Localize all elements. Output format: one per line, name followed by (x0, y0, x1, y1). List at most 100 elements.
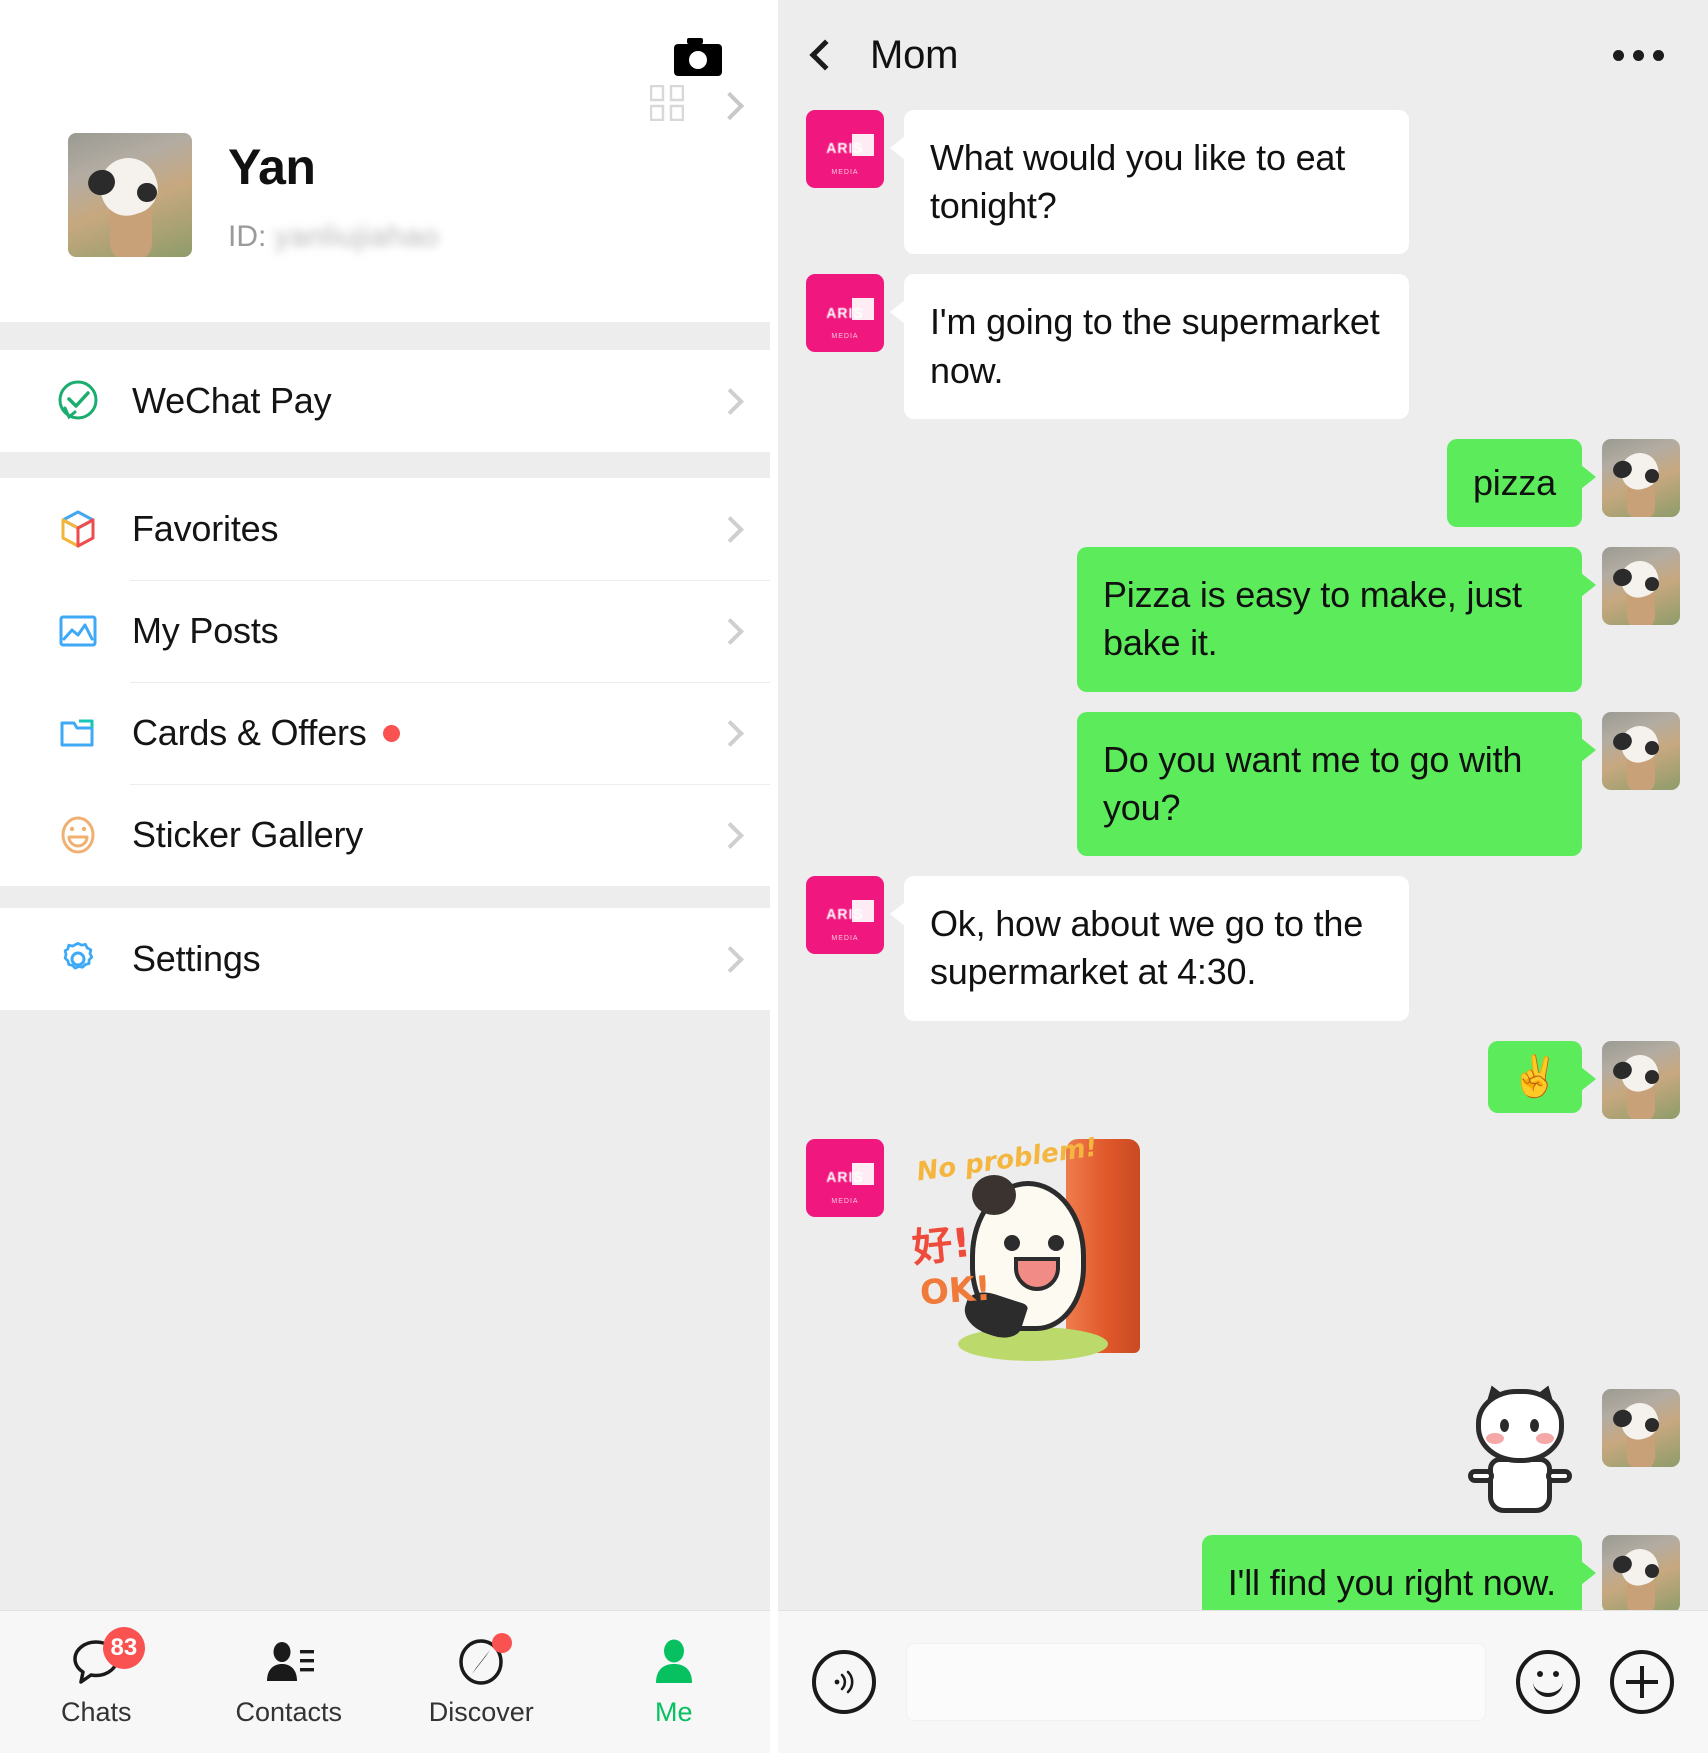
page-title: Yan (228, 139, 316, 195)
qr-code-icon[interactable] (649, 84, 685, 126)
avatar[interactable] (68, 133, 192, 257)
sidebar-item-wechat-pay[interactable]: WeChat Pay (0, 350, 770, 452)
profile-id-row: ID: yanliujiahao (228, 220, 740, 254)
section-gap (0, 452, 770, 478)
profile-row[interactable]: Yan ID: yanliujiahao (68, 133, 740, 257)
panda-eye-shape (1048, 1234, 1064, 1251)
chat-bubble-icon: 83 (69, 1626, 146, 1687)
sticker-smiley-icon (52, 809, 104, 861)
cat-eye-shape (1530, 1418, 1539, 1432)
bottom-tab-bar: 83 Chats Contacts Discover Me (0, 1610, 770, 1753)
contacts-person-icon (262, 1637, 316, 1687)
favorites-box-icon (52, 503, 104, 555)
message-bubble[interactable]: What would you like to eat tonight? (890, 110, 1409, 255)
avatar[interactable]: ARIS MEDIA (806, 110, 884, 188)
avatar[interactable] (1602, 1040, 1680, 1119)
message-bubble[interactable]: Pizza is easy to make, just bake it. (1077, 547, 1596, 692)
sidebar-item-label: WeChat Pay (132, 380, 332, 421)
sidebar-item-label: Settings (132, 938, 261, 979)
profile-actions (649, 84, 745, 126)
message-bubble[interactable]: I'm going to the supermarket now. (890, 274, 1409, 419)
tab-label: Chats (60, 1696, 132, 1727)
pane-divider (770, 0, 778, 1753)
sidebar-item-label: Sticker Gallery (132, 814, 364, 855)
message-bubble[interactable]: pizza (1446, 438, 1597, 528)
emoji-smiley-icon[interactable] (1516, 1650, 1580, 1714)
more-dots-icon[interactable] (1609, 36, 1668, 75)
message-list[interactable]: ARIS MEDIA What would you like to eat to… (778, 110, 1708, 1610)
cat-head-shape (1476, 1388, 1564, 1463)
avatar[interactable] (1602, 547, 1680, 626)
message-bubble-emoji[interactable]: ✌ (1488, 1040, 1596, 1113)
chevron-right-icon (717, 945, 744, 973)
tab-contacts[interactable]: Contacts (193, 1611, 386, 1753)
tab-label: Me (654, 1696, 693, 1727)
avatar-logo-square (852, 134, 874, 156)
status-badge (382, 724, 400, 742)
sticker-message[interactable]: No problem! 好! OK! (908, 1132, 1148, 1369)
back-chevron-icon[interactable] (809, 39, 841, 71)
avatar[interactable]: ARIS MEDIA (806, 274, 884, 353)
message-bubble[interactable]: Ok, how about we go to the supermarket a… (890, 876, 1409, 1021)
cat-blush-shape (1536, 1432, 1554, 1444)
chevron-right-icon (717, 515, 744, 543)
sidebar-item-settings[interactable]: Settings (0, 908, 770, 1010)
chat-header: Mom (778, 0, 1708, 110)
sidebar-item-my-posts[interactable]: My Posts (0, 580, 770, 682)
avatar[interactable] (1602, 711, 1680, 790)
message-row: ARIS MEDIA I'm going to the supermarket … (806, 274, 1680, 419)
camera-icon[interactable] (674, 36, 722, 80)
menu-group-content: Favorites My Posts Cards & Offers Sticke… (0, 478, 770, 886)
chevron-right-icon[interactable] (715, 91, 745, 120)
avatar[interactable] (1602, 438, 1680, 517)
avatar-logo-sub: MEDIA (831, 935, 859, 943)
avatar[interactable] (1602, 1388, 1680, 1467)
avatar[interactable]: ARIS MEDIA (806, 1138, 884, 1217)
message-text-input[interactable] (906, 1643, 1486, 1721)
profile-id-label: ID: (228, 219, 267, 253)
sticker-text: OK! (918, 1268, 993, 1313)
chevron-right-icon (717, 617, 744, 645)
message-row: Pizza is easy to make, just bake it. (806, 547, 1680, 692)
cat-blush-shape (1486, 1432, 1504, 1444)
chat-title: Mom (870, 32, 959, 77)
avatar-logo-square (852, 1162, 874, 1185)
message-bubble[interactable]: Do you want me to go with you? (1077, 711, 1596, 857)
avatar-logo-square (852, 900, 874, 923)
sidebar-item-favorites[interactable]: Favorites (0, 478, 770, 580)
discover-compass-icon (454, 1632, 513, 1687)
chevron-right-icon (717, 719, 744, 747)
plus-more-icon[interactable] (1610, 1650, 1674, 1714)
chats-unread-badge: 83 (102, 1626, 146, 1669)
message-row: I'll find you right now. (806, 1534, 1680, 1610)
avatar[interactable]: ARIS MEDIA (806, 876, 884, 955)
tab-discover[interactable]: Discover (385, 1611, 578, 1753)
message-input-bar (778, 1610, 1708, 1753)
tab-label: Discover (428, 1696, 534, 1727)
panda-ear-shape (972, 1174, 1016, 1215)
me-tab-pane: Yan ID: yanliujiahao WeChat Pay Favorite… (0, 0, 770, 1753)
sidebar-item-cards-offers[interactable]: Cards & Offers (0, 682, 770, 784)
sidebar-item-sticker-gallery[interactable]: Sticker Gallery (0, 784, 770, 886)
tab-me[interactable]: Me (578, 1611, 771, 1753)
cat-arm-shape (1468, 1468, 1494, 1483)
message-row: ARIS MEDIA No problem! 好! OK! (806, 1132, 1680, 1369)
me-person-icon (647, 1637, 701, 1687)
avatar-logo-sub: MEDIA (831, 169, 859, 176)
tab-chats[interactable]: 83 Chats (0, 1611, 193, 1753)
message-bubble[interactable]: I'll find you right now. (1201, 1534, 1597, 1610)
chevron-right-icon (717, 387, 744, 415)
menu-group-settings: Settings (0, 908, 770, 1010)
section-gap (0, 886, 770, 908)
message-row: Do you want me to go with you? (806, 711, 1680, 857)
my-posts-photo-icon (52, 605, 104, 657)
sidebar-item-label: My Posts (132, 610, 279, 651)
voice-input-icon[interactable] (812, 1650, 876, 1714)
avatar[interactable] (1602, 1534, 1680, 1610)
cat-body-shape (1488, 1456, 1552, 1513)
tab-label: Contacts (235, 1696, 343, 1727)
profile-text: Yan ID: yanliujiahao (228, 133, 740, 254)
cat-sticker-message[interactable] (1460, 1380, 1580, 1515)
message-row: ARIS MEDIA What would you like to eat to… (806, 110, 1680, 255)
avatar-logo-sub: MEDIA (831, 1197, 859, 1205)
